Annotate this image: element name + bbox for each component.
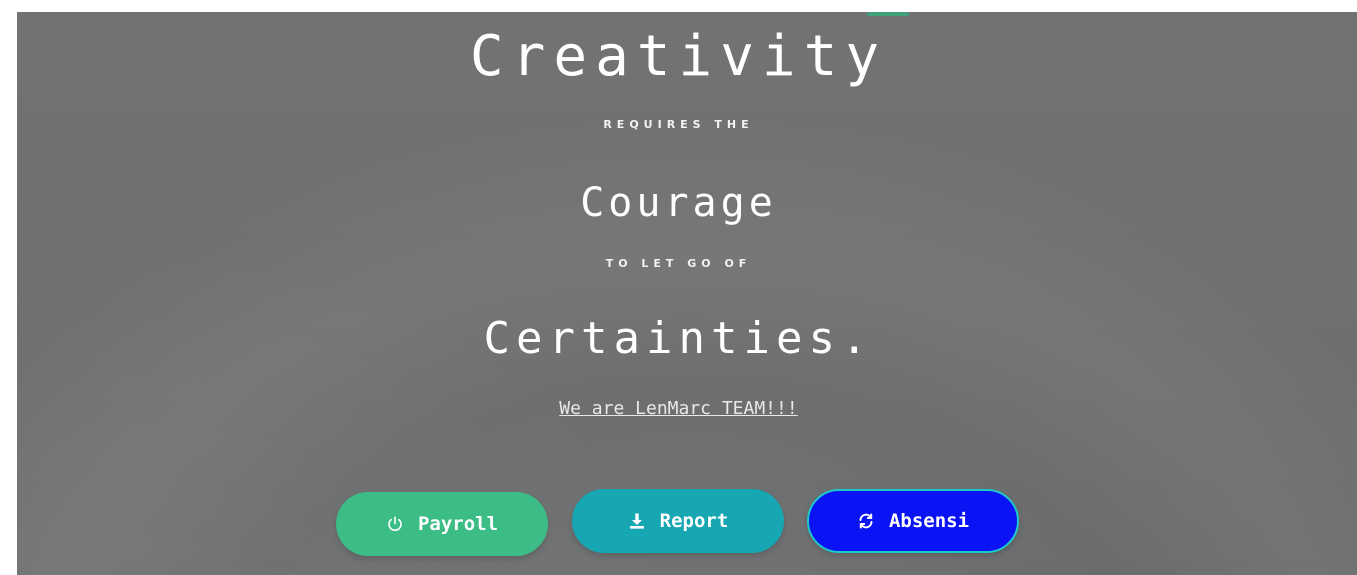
headline-courage: Courage — [580, 180, 777, 226]
report-button[interactable]: Report — [572, 489, 784, 553]
download-icon — [628, 512, 646, 530]
subline-requires-the: REQUIRES THE — [603, 118, 754, 131]
top-accent-bar — [867, 12, 909, 16]
payroll-button[interactable]: Payroll — [336, 492, 548, 556]
headline-creativity: Creativity — [469, 24, 888, 89]
subline-to-let-go-of: TO LET GO OF — [605, 257, 752, 270]
power-icon — [386, 515, 404, 533]
absensi-button[interactable]: Absensi — [807, 489, 1019, 553]
refresh-icon — [857, 512, 875, 530]
report-button-label: Report — [659, 510, 729, 532]
team-link-wrapper: We are LenMarc TEAM!!! — [0, 398, 1357, 419]
team-link[interactable]: We are LenMarc TEAM!!! — [559, 398, 797, 419]
absensi-button-label: Absensi — [888, 510, 970, 532]
headline-certainties: Certainties. — [483, 313, 874, 364]
payroll-button-label: Payroll — [417, 513, 499, 535]
